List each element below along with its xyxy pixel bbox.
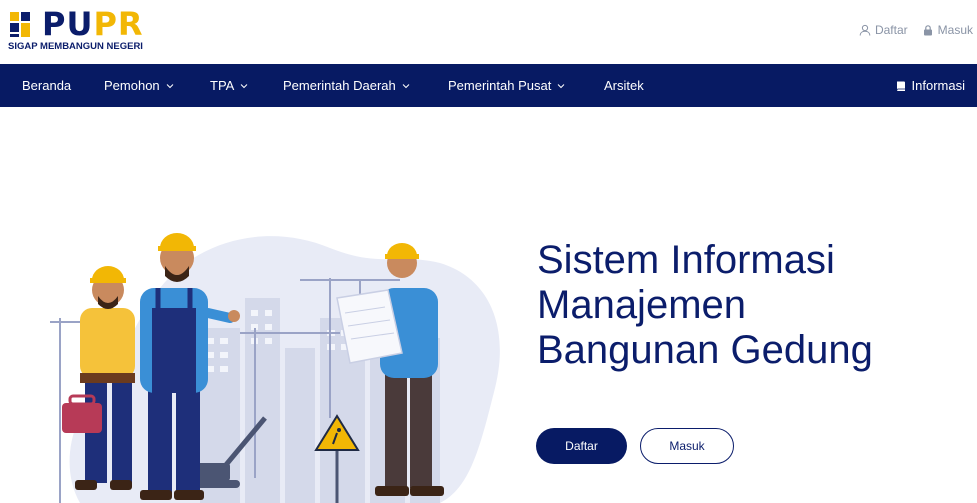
nav-item-label: Arsitek: [604, 78, 644, 93]
pupr-logo[interactable]: PUPR SIGAP MEMBANGUN NEGERI: [8, 6, 168, 54]
lock-icon: [923, 25, 932, 36]
book-icon: [896, 81, 905, 91]
nav-item-tpa[interactable]: TPA: [210, 64, 248, 107]
header: PUPR SIGAP MEMBANGUN NEGERI Daftar Masuk: [0, 0, 977, 62]
nav-item-pemerintah-pusat[interactable]: Pemerintah Pusat: [448, 64, 565, 107]
hero-title-line: Manajemen: [537, 283, 747, 327]
hero-title-line: Sistem Informasi: [537, 238, 835, 282]
nav-item-label: Beranda: [22, 78, 72, 93]
nav-item-label: TPA: [210, 78, 235, 93]
chevron-down-icon: [402, 83, 410, 88]
nav-item-beranda[interactable]: Beranda: [22, 64, 71, 107]
nav-item-label: Pemerintah Pusat: [448, 78, 552, 93]
nav-item-label: Pemerintah Daerah: [283, 78, 396, 93]
login-link-label: Masuk: [937, 23, 973, 37]
nav-item-arsitek[interactable]: Arsitek: [604, 64, 644, 107]
auth-links: Daftar Masuk: [859, 23, 973, 37]
login-link[interactable]: Masuk: [922, 23, 973, 37]
chevron-down-icon: [240, 83, 248, 88]
chevron-down-icon: [166, 83, 174, 88]
pupr-emblem-icon: [10, 12, 30, 37]
chevron-down-icon: [557, 83, 565, 88]
main-navbar: Beranda Pemohon TPA Pemerintah Daerah Pe…: [0, 64, 977, 107]
login-button[interactable]: Masuk: [640, 428, 734, 464]
nav-item-label: Pemohon: [104, 78, 160, 93]
hero-title-line: Bangunan Gedung: [537, 328, 873, 372]
register-link-label: Daftar: [874, 23, 908, 37]
logo-wordmark: PUPR: [42, 5, 144, 43]
nav-item-informasi[interactable]: Informasi: [895, 64, 965, 107]
nav-item-label: Informasi: [911, 78, 965, 93]
nav-item-pemerintah-daerah[interactable]: Pemerintah Daerah: [283, 64, 410, 107]
hero-title: Sistem Informasi Manajemen Bangunan Gedu…: [537, 238, 957, 373]
logo-tagline: SIGAP MEMBANGUN NEGERI: [8, 41, 143, 52]
user-icon: [859, 24, 871, 36]
construction-workers-illustration: [50, 233, 500, 503]
register-link[interactable]: Daftar: [859, 23, 908, 37]
nav-item-pemohon[interactable]: Pemohon: [104, 64, 174, 107]
register-button[interactable]: Daftar: [536, 428, 627, 464]
